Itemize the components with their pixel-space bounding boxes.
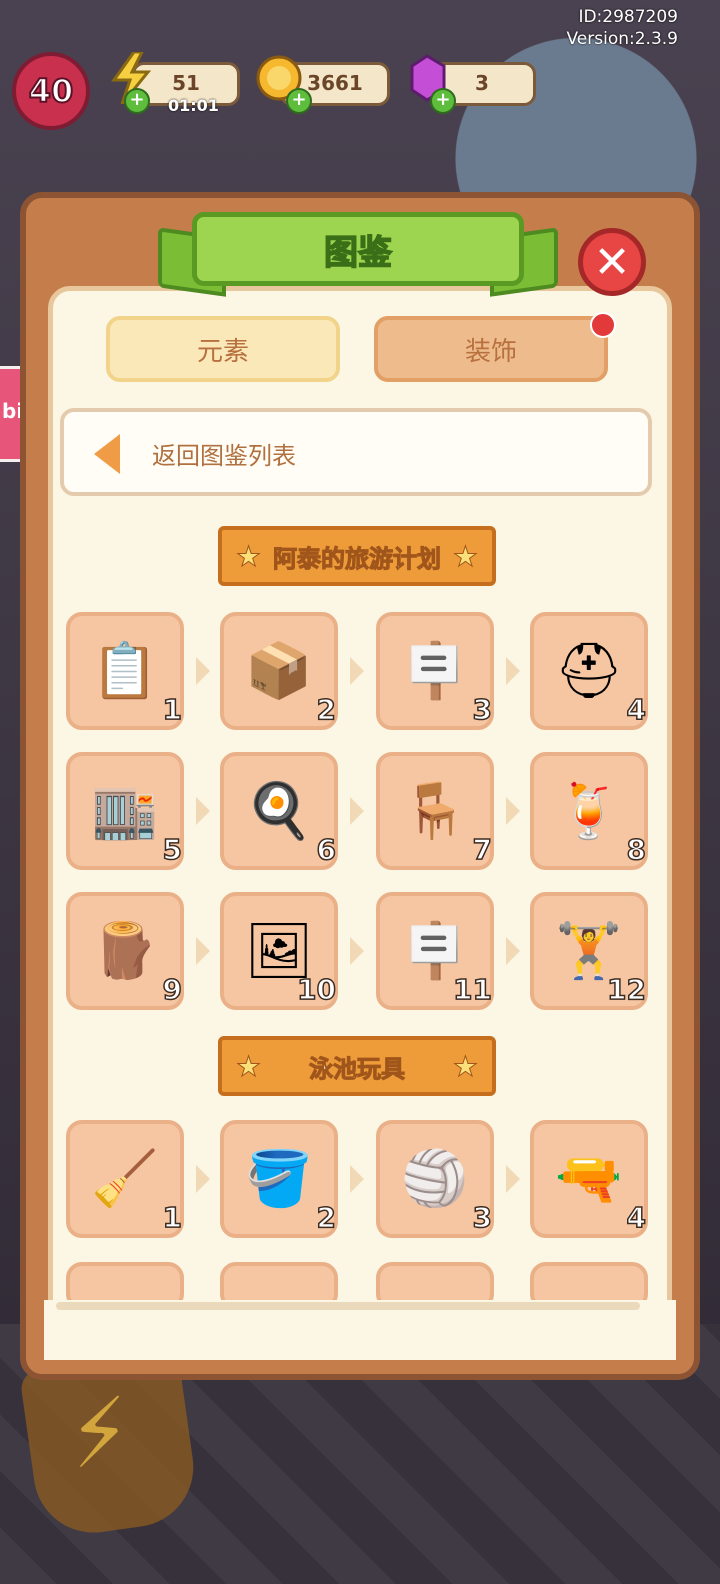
player-id: ID:2987209 xyxy=(578,7,678,27)
star-icon: ★ xyxy=(235,540,262,574)
section-header: ★ 阿泰的旅游计划 ★ xyxy=(218,526,496,586)
lifeguard-chair-icon: 🪑 xyxy=(401,779,469,842)
frying-pan-icon: 🍳 xyxy=(245,779,313,842)
item-tile[interactable]: 🏐 3 xyxy=(376,1120,494,1238)
item-tile[interactable]: ⛑ 4 xyxy=(530,612,648,730)
item-level-number: 1 xyxy=(162,692,183,727)
chevron-right-icon xyxy=(350,1165,364,1193)
chevron-right-icon xyxy=(196,1165,210,1193)
version-text: Version:2.3.9 xyxy=(566,29,679,49)
add-coins-button[interactable]: + xyxy=(286,88,312,114)
closed-sign-icon: 🪧 xyxy=(401,639,469,702)
item-tile[interactable]: 🧹 1 xyxy=(66,1120,184,1238)
item-tile[interactable]: 🪧 3 xyxy=(376,612,494,730)
item-level-number: 4 xyxy=(626,1200,647,1235)
item-level-number: 2 xyxy=(316,692,337,727)
modal-title: 图鉴 xyxy=(323,232,393,274)
section-title: 泳池玩具 xyxy=(309,1054,406,1083)
item-level-number: 6 xyxy=(316,832,337,867)
building-icon: 🏬 xyxy=(91,779,159,842)
tab-decorations[interactable]: 装饰 xyxy=(374,316,608,382)
boxes-icon: 📦 xyxy=(245,639,313,702)
item-tile[interactable]: 🍳 6 xyxy=(220,752,338,870)
level-badge[interactable]: 40 xyxy=(12,52,90,130)
item-tile[interactable]: 🏋 12 xyxy=(530,892,648,1010)
item-tile[interactable]: 🪑 7 xyxy=(376,752,494,870)
item-level-number: 3 xyxy=(472,1200,493,1235)
chevron-right-icon xyxy=(350,657,364,685)
level-value: 40 xyxy=(28,71,75,111)
item-level-number: 12 xyxy=(606,972,646,1007)
star-icon: ★ xyxy=(452,540,478,574)
item-tile[interactable]: 🏬 5 xyxy=(66,752,184,870)
energy-timer: 01:01 xyxy=(168,96,219,115)
section-header: ★ 泳池玩具 ★ xyxy=(218,1036,496,1096)
juice-icon: 🍹 xyxy=(555,779,623,842)
back-label: 返回图鉴列表 xyxy=(152,442,296,470)
scroll-edge xyxy=(56,1302,640,1310)
clipboard-icon: 📋 xyxy=(91,639,159,702)
star-icon: ★ xyxy=(235,1050,262,1084)
item-level-number: 4 xyxy=(626,692,647,727)
add-gems-button[interactable]: + xyxy=(430,88,456,114)
helmet-icon: ⛑ xyxy=(554,639,624,702)
item-level-number: 2 xyxy=(316,1200,337,1235)
item-tile[interactable]: 🍹 8 xyxy=(530,752,648,870)
section-title: 阿泰的旅游计划 xyxy=(273,544,442,573)
beach-ball-icon: 🏐 xyxy=(401,1147,469,1210)
item-tile[interactable]: 🔫 4 xyxy=(530,1120,648,1238)
woodpile-icon: 🪵 xyxy=(91,919,159,982)
sand-bucket-icon: 🪣 xyxy=(245,1147,313,1210)
item-tile[interactable]: 🖼 10 xyxy=(220,892,338,1010)
chevron-right-icon xyxy=(350,937,364,965)
item-level-number: 7 xyxy=(472,832,493,867)
item-level-number: 5 xyxy=(162,832,183,867)
chevron-right-icon xyxy=(196,657,210,685)
item-tile[interactable]: 🪧 11 xyxy=(376,892,494,1010)
chevron-right-icon xyxy=(350,797,364,825)
water-gun-icon: 🔫 xyxy=(555,1147,623,1210)
chevron-right-icon xyxy=(196,937,210,965)
item-tile[interactable]: 📋 1 xyxy=(66,612,184,730)
ribbon-band: 图鉴 xyxy=(192,212,524,286)
item-level-number: 3 xyxy=(472,692,493,727)
chevron-right-icon xyxy=(506,937,520,965)
chevron-right-icon xyxy=(506,1165,520,1193)
notification-dot xyxy=(590,312,616,338)
tab-elements[interactable]: 元素 xyxy=(106,316,340,382)
sand-shovel-icon: 🧹 xyxy=(91,1147,159,1210)
item-tile[interactable]: 🪵 9 xyxy=(66,892,184,1010)
back-to-list-button[interactable]: 返回图鉴列表 xyxy=(60,408,652,496)
add-energy-button[interactable]: + xyxy=(124,88,150,114)
star-icon: ★ xyxy=(452,1050,478,1084)
build-info: ID:2987209 Version:2.3.9 xyxy=(567,6,679,50)
back-arrow-icon xyxy=(94,434,120,474)
title-ribbon: 图鉴 xyxy=(158,212,558,297)
item-level-number: 8 xyxy=(626,832,647,867)
close-button[interactable]: ✕ xyxy=(578,228,646,296)
item-level-number: 11 xyxy=(452,972,492,1007)
item-level-number: 9 xyxy=(162,972,183,1007)
chevron-right-icon xyxy=(506,797,520,825)
item-level-number: 10 xyxy=(296,972,336,1007)
item-tile[interactable]: 📦 2 xyxy=(220,612,338,730)
chevron-right-icon xyxy=(506,657,520,685)
chevron-right-icon xyxy=(196,797,210,825)
item-level-number: 1 xyxy=(162,1200,183,1235)
item-tile[interactable]: 🪣 2 xyxy=(220,1120,338,1238)
close-icon: ✕ xyxy=(593,236,631,288)
